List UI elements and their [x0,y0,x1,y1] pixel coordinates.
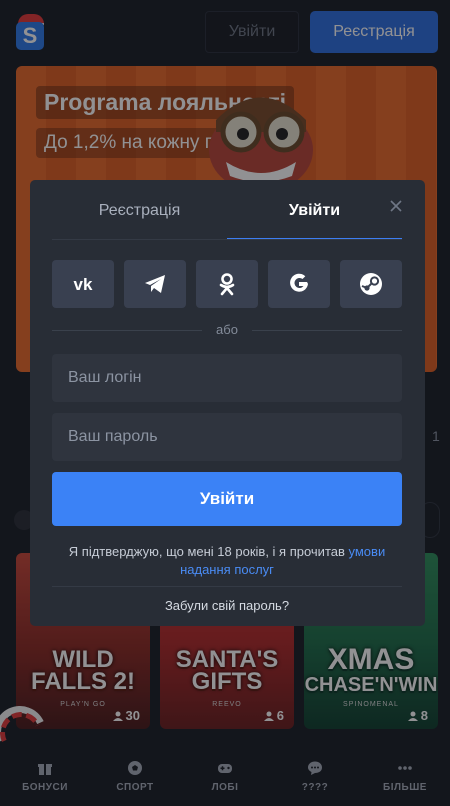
login-submit-button[interactable]: Увійти [52,472,402,526]
tab-register[interactable]: Реєстрація [52,198,227,240]
google-icon [290,273,308,292]
forgot-password-link[interactable]: Забули свій пароль? [52,598,402,613]
google-login-button[interactable] [268,260,330,308]
auth-modal: Реєстрація Увійти vk або Увійти Я підтве… [30,180,425,626]
odnoklassniki-icon [219,273,235,296]
auth-tabs: Реєстрація Увійти [52,198,402,240]
terms-notice: Я підтверджую, що мені 18 років, і я про… [52,543,402,579]
terms-divider [52,586,402,587]
or-text: або [216,322,238,337]
telegram-icon [145,275,165,293]
steam-icon [360,273,382,295]
login-input[interactable] [52,354,402,402]
vk-login-button[interactable]: vk [52,260,114,308]
social-login-row: vk [52,260,402,308]
vk-icon: vk [74,275,93,294]
terms-text: Я підтверджую, що мені 18 років, і я про… [68,544,349,559]
telegram-login-button[interactable] [124,260,186,308]
svg-text:vk: vk [74,275,93,294]
steam-login-button[interactable] [340,260,402,308]
odnoklassniki-login-button[interactable] [196,260,258,308]
tab-login[interactable]: Увійти [227,198,402,240]
or-divider: або [52,322,402,338]
tabs-divider [52,239,402,240]
password-input[interactable] [52,413,402,461]
close-icon[interactable] [388,198,404,214]
